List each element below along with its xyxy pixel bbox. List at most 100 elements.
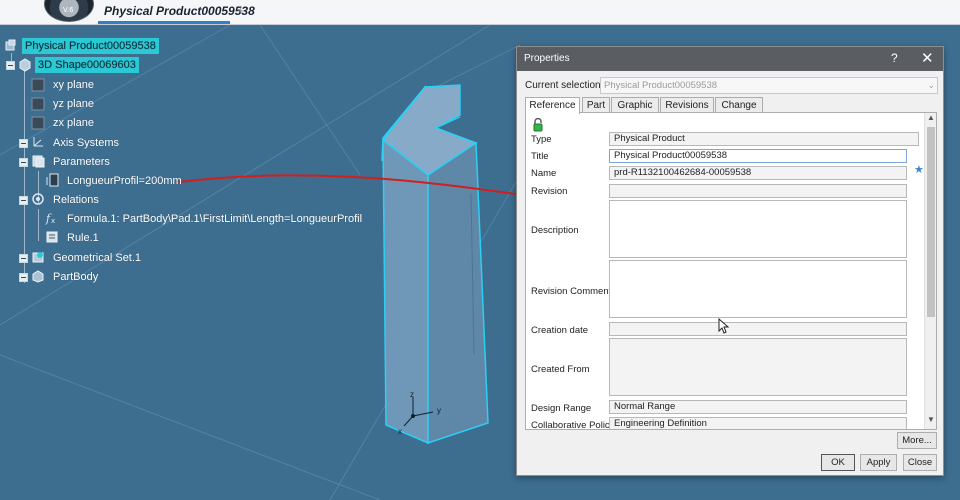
- product-icon: [4, 39, 18, 53]
- compass-icon[interactable]: V.6: [44, 0, 94, 22]
- creation-date-field: [609, 322, 907, 336]
- title-label: Title: [531, 151, 549, 162]
- tree-item-yz-plane[interactable]: yz plane: [50, 96, 97, 112]
- tree-connector: [24, 71, 25, 283]
- tree-item-partbody[interactable]: PartBody: [50, 269, 101, 285]
- tab-change[interactable]: Change: [715, 97, 763, 113]
- tree-item-physical-product[interactable]: Physical Product00059538: [22, 38, 159, 54]
- properties-dialog: Properties ? ✕ Current selection : Physi…: [516, 46, 944, 476]
- design-range-field[interactable]: Normal Range: [609, 400, 907, 414]
- scroll-down-icon[interactable]: ▼: [927, 415, 935, 424]
- parameters-icon: [31, 154, 45, 168]
- current-selection-value: Physical Product00059538: [604, 80, 718, 91]
- tab-graphic[interactable]: Graphic: [611, 97, 659, 113]
- tree-item-parameters[interactable]: Parameters: [50, 154, 113, 170]
- description-label: Description: [531, 225, 579, 236]
- relations-icon: [31, 192, 45, 206]
- created-from-field: [609, 338, 907, 396]
- created-from-label: Created From: [531, 364, 590, 375]
- tree-item-label: Formula.1: PartBody\Pad.1\FirstLimit\Len…: [67, 213, 363, 225]
- unlock-icon: [533, 117, 543, 132]
- creation-date-label: Creation date: [531, 325, 589, 336]
- chevron-down-icon[interactable]: ⌄: [927, 78, 935, 93]
- more-button[interactable]: More...: [897, 432, 937, 449]
- top-bar: V.6 Physical Product00059538 +: [0, 0, 960, 25]
- type-label: Type: [531, 134, 552, 145]
- tree-item-label: PartBody: [53, 271, 99, 283]
- mouse-cursor-icon: [718, 317, 730, 337]
- tab-part[interactable]: Part: [582, 97, 610, 113]
- collapse-toggle[interactable]: [19, 196, 28, 205]
- dialog-title-bar[interactable]: Properties ? ✕: [517, 47, 943, 71]
- revision-label: Revision: [531, 186, 568, 197]
- geometrical-set-icon: [31, 250, 45, 264]
- scrollbar-thumb[interactable]: [927, 127, 935, 317]
- tree-item-zx-plane[interactable]: zx plane: [50, 115, 97, 131]
- revision-field: [609, 184, 907, 198]
- partbody-icon: [31, 269, 45, 283]
- panel-scrollbar[interactable]: ▲ ▼: [924, 113, 936, 429]
- plane-icon: [31, 97, 45, 111]
- parameter-value-icon: [45, 173, 59, 187]
- current-selection-dropdown[interactable]: Physical Product00059538 ⌄: [600, 77, 938, 94]
- tree-item-label: Rule.1: [67, 232, 99, 244]
- reference-tab-panel: Type Physical Product Title Physical Pro…: [525, 112, 937, 430]
- tree-item-label: LongueurProfil=200mm: [67, 175, 182, 187]
- rule-icon: [45, 230, 59, 244]
- tree-item-label: xy plane: [53, 79, 94, 91]
- expand-toggle[interactable]: [19, 254, 28, 263]
- help-button[interactable]: ?: [891, 51, 898, 65]
- tree-item-label: yz plane: [53, 98, 94, 110]
- tree-item-geometrical-set[interactable]: Geometrical Set.1: [50, 250, 144, 266]
- tree-item-label: 3D Shape00069603: [35, 57, 139, 73]
- document-tab-title[interactable]: Physical Product00059538: [104, 4, 255, 18]
- specification-tree: Physical Product00059538 3D Shape0006960…: [0, 25, 520, 500]
- tree-item-axis-systems[interactable]: Axis Systems: [50, 135, 122, 151]
- formula-icon: fx: [45, 211, 59, 225]
- collapse-toggle[interactable]: [6, 61, 15, 70]
- collapse-toggle[interactable]: [19, 158, 28, 167]
- type-field: Physical Product: [609, 132, 919, 146]
- revision-comment-textarea[interactable]: [609, 260, 907, 318]
- tab-reference[interactable]: Reference: [525, 97, 580, 114]
- collab-policy-label: Collaborative Policy: [531, 420, 615, 430]
- close-icon[interactable]: ✕: [921, 49, 934, 67]
- tree-item-rule[interactable]: Rule.1: [64, 230, 102, 246]
- tree-item-parameter-longueurprofil[interactable]: LongueurProfil=200mm: [64, 173, 185, 189]
- expand-toggle[interactable]: [19, 139, 28, 148]
- compass-label: V.6: [63, 6, 74, 14]
- close-button[interactable]: Close: [903, 454, 937, 471]
- scroll-up-icon[interactable]: ▲: [927, 113, 935, 122]
- dialog-title: Properties: [524, 53, 570, 64]
- active-tab-indicator: [98, 21, 230, 24]
- collab-policy-field[interactable]: Engineering Definition: [609, 417, 907, 429]
- tab-revisions[interactable]: Revisions: [660, 97, 714, 113]
- star-icon[interactable]: ★: [914, 163, 924, 176]
- name-field: prd-R1132100462684-00059538: [609, 166, 907, 180]
- tree-item-3d-shape[interactable]: 3D Shape00069603: [35, 57, 139, 73]
- 3d-shape-icon: [18, 58, 32, 72]
- svg-text:x: x: [51, 217, 55, 225]
- tree-item-label: Axis Systems: [53, 137, 120, 149]
- apply-button[interactable]: Apply: [860, 454, 897, 471]
- tree-item-label: Geometrical Set.1: [53, 252, 142, 264]
- expand-toggle[interactable]: [19, 273, 28, 282]
- tree-item-relations[interactable]: Relations: [50, 192, 102, 208]
- tree-item-formula[interactable]: Formula.1: PartBody\Pad.1\FirstLimit\Len…: [64, 211, 365, 227]
- tree-connector: [38, 209, 39, 241]
- plane-icon: [31, 116, 45, 130]
- tree-item-xy-plane[interactable]: xy plane: [50, 77, 97, 93]
- tree-item-label: Parameters: [53, 156, 110, 168]
- axis-system-icon: [31, 135, 45, 149]
- plane-icon: [31, 78, 45, 92]
- design-range-label: Design Range: [531, 403, 592, 414]
- revision-comment-label: Revision Comment: [531, 286, 612, 297]
- tree-item-label: zx plane: [53, 117, 94, 129]
- name-label: Name: [531, 168, 557, 179]
- ok-button[interactable]: OK: [821, 454, 855, 471]
- description-textarea[interactable]: [609, 200, 907, 258]
- tree-item-label: Physical Product00059538: [22, 38, 159, 54]
- current-selection-label: Current selection :: [525, 80, 607, 91]
- add-tab-button[interactable]: +: [237, 3, 245, 18]
- title-input[interactable]: Physical Product00059538: [609, 149, 907, 163]
